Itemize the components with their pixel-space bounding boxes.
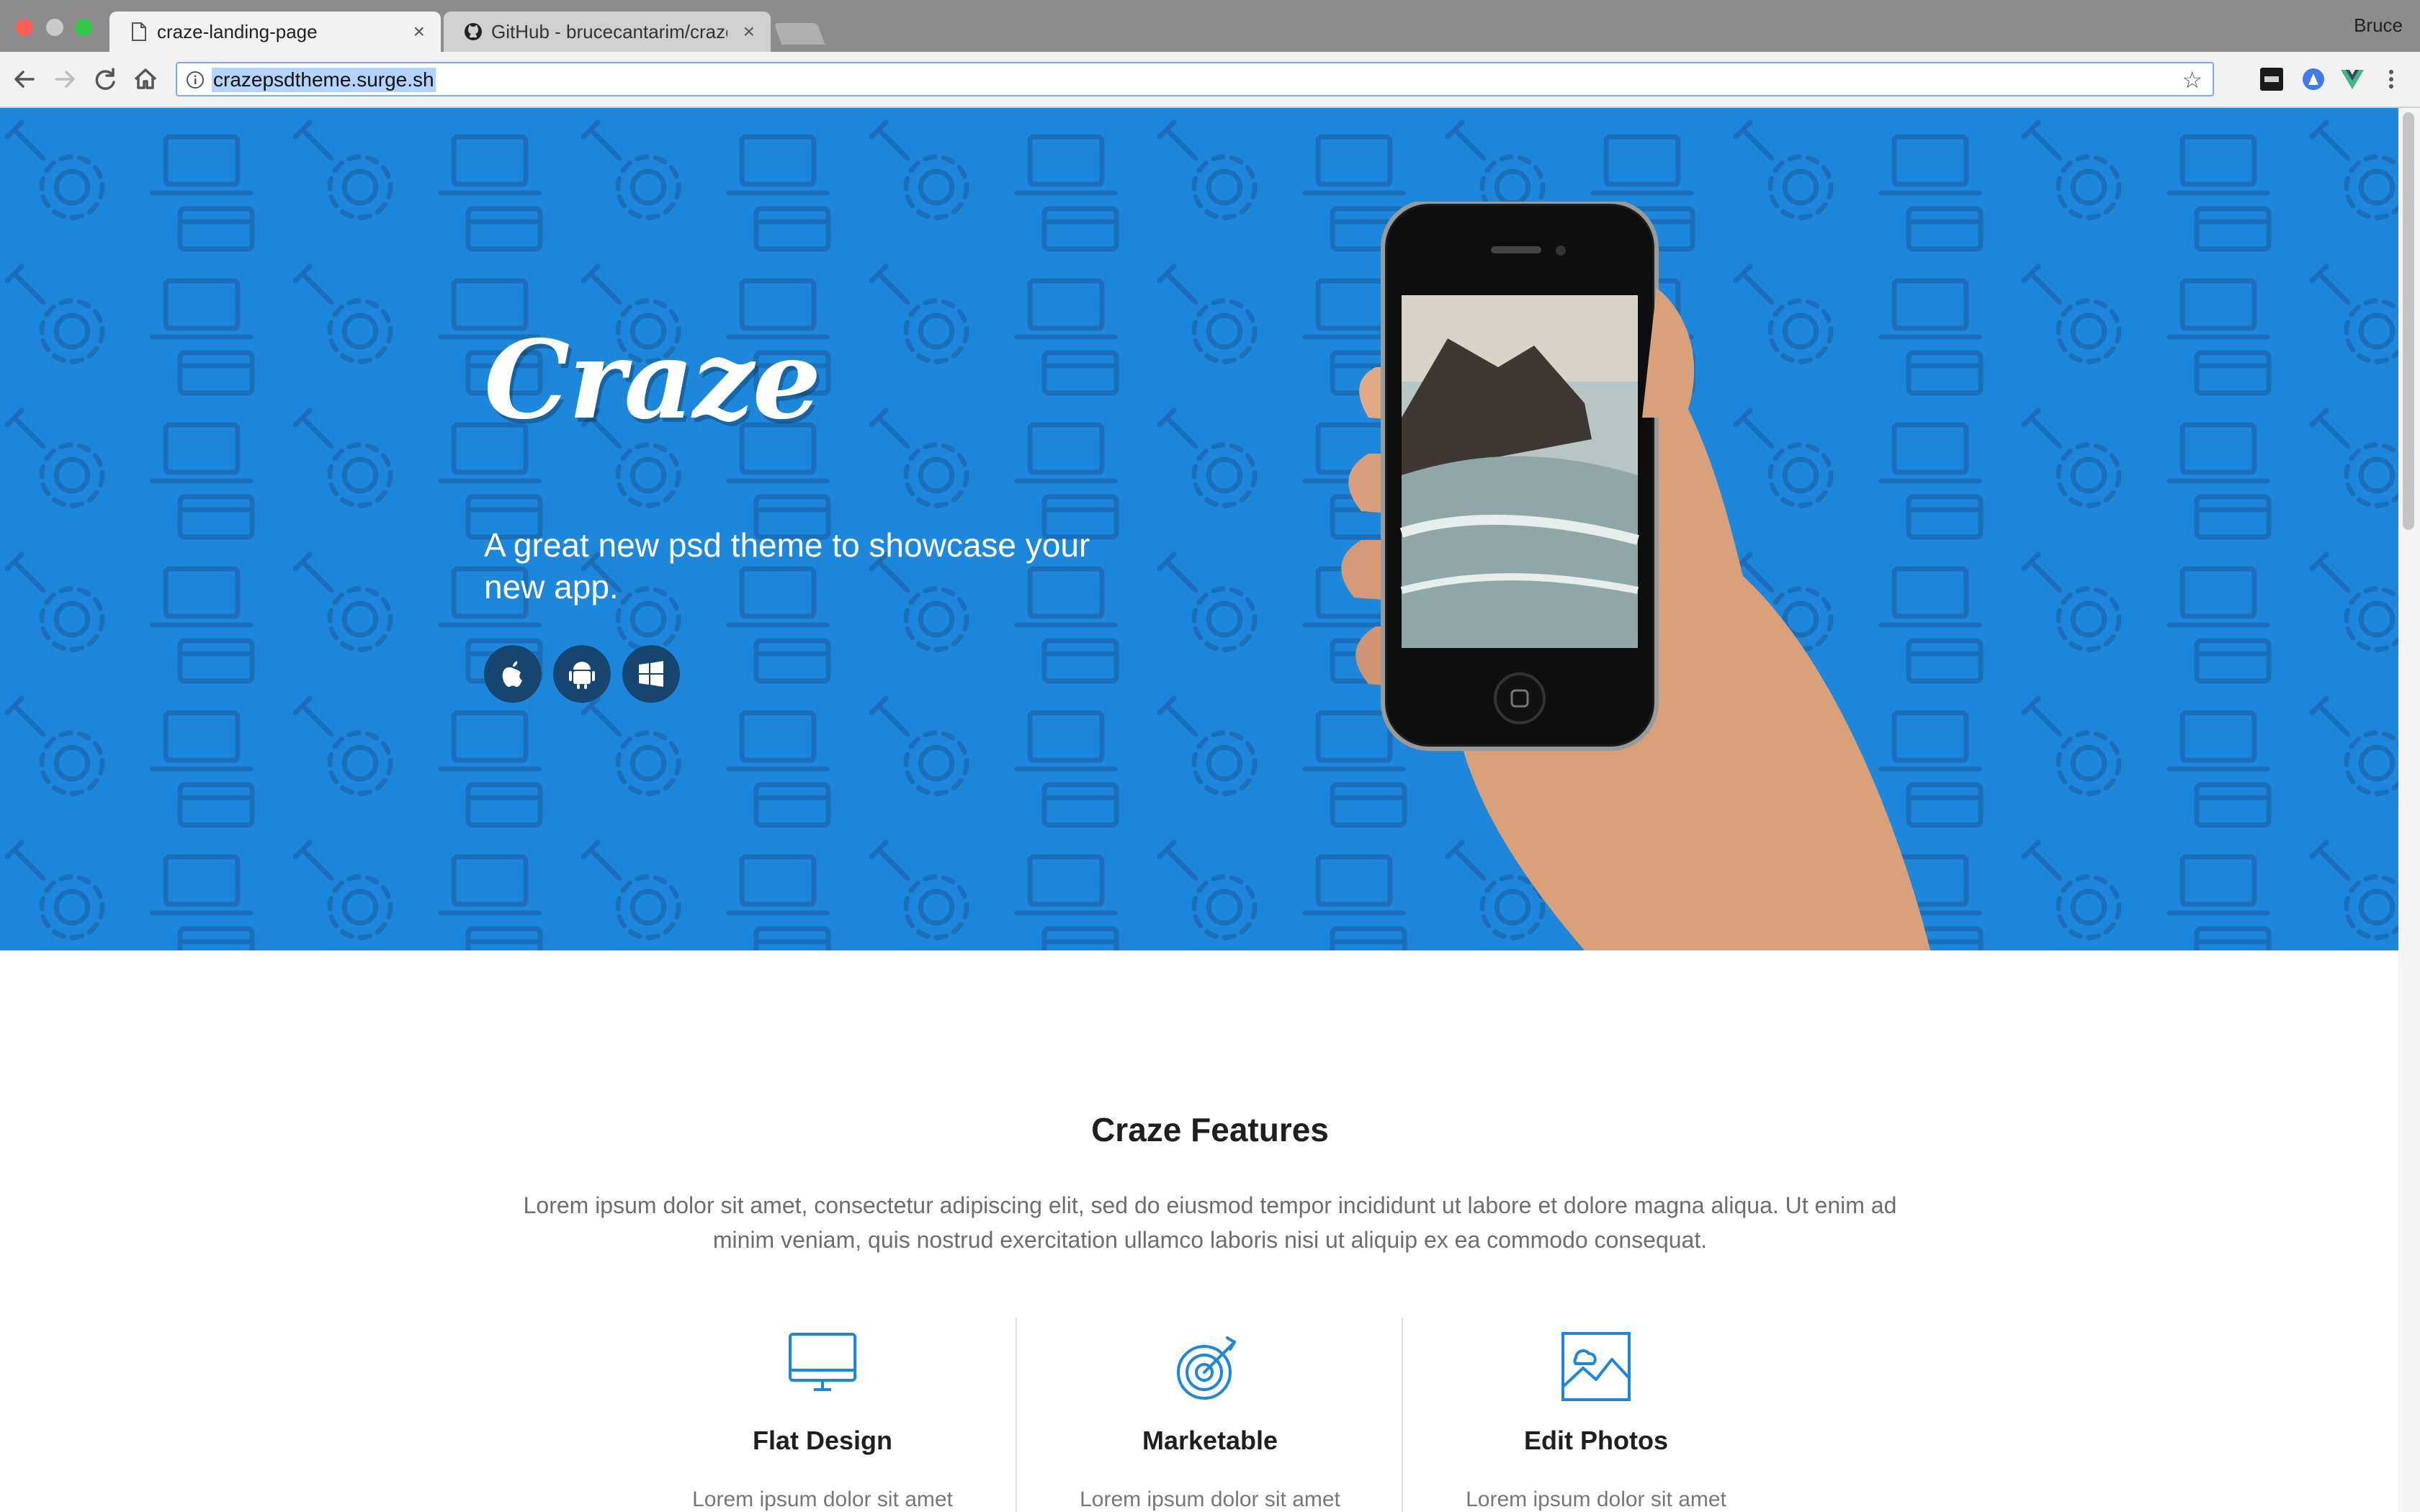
feature-marketable: Marketable Lorem ipsum dolor sit amet: [1016, 1318, 1403, 1512]
features-description: Lorem ipsum dolor sit amet, consectetur …: [523, 1192, 1897, 1253]
google-play-button[interactable]: [553, 645, 611, 703]
icon-pattern-background: [0, 108, 2398, 950]
info-icon[interactable]: [186, 71, 205, 89]
page-scrollbar-thumb[interactable]: [2403, 112, 2414, 530]
arrow-right-icon: [55, 71, 75, 88]
windows-store-button[interactable]: [622, 645, 680, 703]
apple-icon: [502, 661, 522, 688]
vue-icon[interactable]: [2339, 66, 2365, 92]
hand-holding-phone-image: [1341, 202, 1930, 950]
url-text[interactable]: crazepsdtheme.surge.sh: [212, 68, 436, 92]
feature-title: Marketable: [1142, 1426, 1278, 1455]
app-store-button[interactable]: [484, 645, 542, 703]
bookmark-star-icon[interactable]: ☆: [2182, 68, 2202, 92]
home-icon: [134, 68, 157, 89]
tab-close-icon[interactable]: ×: [413, 12, 425, 52]
tab-close-icon[interactable]: ×: [743, 12, 755, 52]
feature-title: Flat Design: [752, 1426, 893, 1455]
browser-tab-bar: craze-landing-page × GitHub - brucecanta…: [0, 0, 2420, 52]
digg-icon[interactable]: [2259, 66, 2285, 92]
github-icon: [465, 23, 482, 40]
features-title: Craze Features: [1091, 1111, 1329, 1148]
monitor-icon: [789, 1333, 856, 1391]
vpn-icon[interactable]: [2300, 66, 2326, 92]
feature-title: Edit Photos: [1524, 1426, 1668, 1455]
feature-text: Lorem ipsum dolor sit amet: [1080, 1488, 1340, 1511]
feature-text: Lorem ipsum dolor sit amet: [1466, 1488, 1726, 1511]
hero-section: Craze A great new psd theme to showcase …: [0, 108, 2398, 950]
tab-github[interactable]: GitHub - brucecantarim/craze- ×: [444, 12, 771, 52]
reload-button[interactable]: [89, 63, 121, 95]
back-button[interactable]: [9, 63, 40, 95]
menu-icon[interactable]: [2378, 66, 2404, 92]
window-close-button[interactable]: [16, 19, 33, 36]
image-icon: [1561, 1332, 1631, 1401]
tab-title: craze-landing-page: [157, 21, 318, 42]
reload-icon: [95, 68, 115, 90]
new-tab-button[interactable]: [774, 23, 825, 45]
android-icon: [569, 662, 595, 689]
browser-toolbar: crazepsdtheme.surge.sh ☆: [0, 52, 2420, 108]
feature-flat-design: Flat Design Lorem ipsum dolor sit amet: [629, 1318, 1016, 1512]
target-icon: [1177, 1336, 1237, 1400]
address-bar[interactable]: crazepsdtheme.surge.sh ☆: [176, 62, 2214, 96]
page-icon: [132, 22, 146, 41]
craze-logo: Craze: [484, 317, 821, 444]
profile-name[interactable]: Bruce: [2354, 14, 2403, 37]
tab-craze-landing-page[interactable]: craze-landing-page ×: [109, 12, 441, 52]
tab-title: GitHub - brucecantarim/craze-: [491, 21, 727, 42]
feature-text: Lorem ipsum dolor sit amet: [692, 1488, 953, 1511]
window-minimize-button[interactable]: [46, 19, 63, 36]
feature-edit-photos: Edit Photos Lorem ipsum dolor sit amet: [1402, 1318, 1789, 1512]
hero-tagline: A great new psd theme to showcase your n…: [484, 526, 1090, 606]
arrow-left-icon: [14, 71, 35, 88]
home-button[interactable]: [130, 63, 161, 95]
forward-button[interactable]: [49, 63, 81, 95]
windows-icon: [639, 661, 663, 687]
window-maximize-button[interactable]: [75, 19, 92, 36]
